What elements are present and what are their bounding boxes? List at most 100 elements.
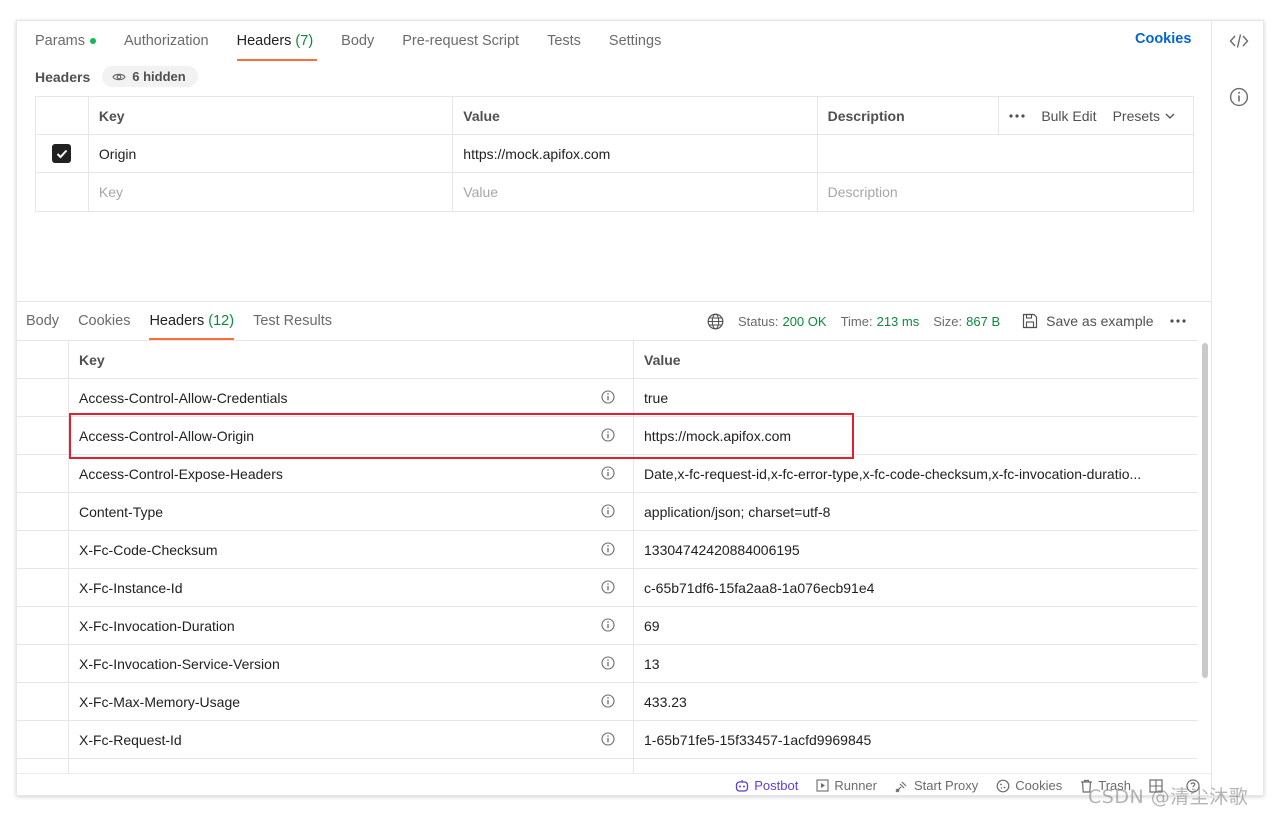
response-header-key[interactable]: X-Fc-Code-Checksum <box>69 531 634 568</box>
header-description-field[interactable] <box>818 135 1193 172</box>
response-header-key[interactable]: Access-Control-Expose-Headers <box>69 455 634 492</box>
response-header-value[interactable]: application/json; charset=utf-8 <box>634 493 1198 530</box>
response-header-row: X-Fc-Invocation-Duration 69 <box>17 606 1198 644</box>
row-gutter <box>17 417 69 454</box>
header-info-button[interactable] <box>601 580 615 597</box>
response-header-value[interactable]: 13304742420884006195 <box>634 531 1198 568</box>
tab-body[interactable]: Body <box>341 21 374 61</box>
new-description-input[interactable]: Description <box>818 173 1193 211</box>
header-value-field[interactable]: https://mock.apifox.com <box>453 135 818 172</box>
bulk-edit-button[interactable]: Bulk Edit <box>1041 108 1096 124</box>
hidden-headers-toggle[interactable]: 6 hidden <box>102 66 198 87</box>
header-info-button[interactable] <box>601 504 615 521</box>
scrollbar-thumb[interactable] <box>1202 343 1208 678</box>
checkmark-icon <box>56 149 68 158</box>
response-header-key[interactable]: X-Fc-Instance-Id <box>69 569 634 606</box>
time-readout[interactable]: Time: 213 ms <box>841 314 920 329</box>
response-header-key[interactable]: X-Fc-Request-Id <box>69 721 634 758</box>
tab-tests[interactable]: Tests <box>547 21 581 61</box>
response-header-key-text: X-Fc-Code-Checksum <box>79 541 218 558</box>
response-header-key[interactable]: Access-Control-Allow-Credentials <box>69 379 634 416</box>
response-header-key[interactable]: X-Fc-Invocation-Duration <box>69 607 634 644</box>
footer-cookies-button[interactable]: Cookies <box>996 778 1062 793</box>
response-tab-test-results-label: Test Results <box>253 313 333 329</box>
response-header-value[interactable]: Date,x-fc-request-id,x-fc-error-type,x-f… <box>634 455 1198 492</box>
response-header-row: X-Fc-Code-Checksum 13304742420884006195 <box>17 530 1198 568</box>
code-snippet-button[interactable] <box>1227 29 1251 53</box>
response-header-value[interactable]: https://mock.apifox.com <box>634 417 1198 454</box>
response-header-value[interactable]: true <box>634 379 1198 416</box>
info-icon <box>601 732 615 746</box>
new-key-input[interactable]: Key <box>89 173 454 211</box>
cookie-icon <box>996 779 1010 792</box>
response-header-key[interactable]: Content-Type <box>69 493 634 530</box>
response-tab-body[interactable]: Body <box>26 302 59 340</box>
postbot-button[interactable]: Postbot <box>735 778 798 793</box>
tab-headers[interactable]: Headers (7) <box>236 21 317 61</box>
info-icon <box>601 542 615 556</box>
enable-checkbox[interactable] <box>52 144 72 163</box>
hidden-headers-count: 6 hidden <box>132 69 186 84</box>
header-info-button[interactable] <box>601 656 615 673</box>
description-column-header: Description <box>818 97 1000 134</box>
network-info-button[interactable] <box>707 313 724 330</box>
response-more-button[interactable] <box>1169 319 1186 323</box>
size-readout[interactable]: Size: 867 B <box>933 314 1000 329</box>
response-header-key[interactable]: X-Fc-Invocation-Service-Version <box>69 645 634 682</box>
tab-tests-label: Tests <box>547 33 581 49</box>
save-as-example-label: Save as example <box>1046 313 1154 329</box>
tab-pre-request-script[interactable]: Pre-request Script <box>402 21 519 61</box>
row-gutter <box>17 455 69 492</box>
info-icon <box>601 504 615 518</box>
tab-params[interactable]: Params <box>35 21 96 61</box>
response-headers-count: (12) <box>208 313 235 329</box>
start-proxy-button[interactable]: Start Proxy <box>895 778 978 793</box>
runner-button[interactable]: Runner <box>816 778 877 793</box>
header-info-button[interactable] <box>601 694 615 711</box>
header-info-button[interactable] <box>601 618 615 635</box>
response-header-value[interactable]: 433.23 <box>634 683 1198 720</box>
response-tab-headers[interactable]: Headers (12) <box>149 302 234 340</box>
response-header-value-text: c-65b71df6-15fa2aa8-1a076ecb91e4 <box>644 579 875 596</box>
response-tab-cookies[interactable]: Cookies <box>78 302 130 340</box>
response-header-key-text: X-Fc-Max-Memory-Usage <box>79 693 241 710</box>
header-info-button[interactable] <box>601 466 615 483</box>
response-header-value[interactable]: 69 <box>634 607 1198 644</box>
tab-authorization[interactable]: Authorization <box>124 21 209 61</box>
response-header-value[interactable]: 1-65b71fe5-15f33457-1acfd9969845 <box>634 721 1198 758</box>
row-gutter <box>17 569 69 606</box>
row-gutter <box>17 607 69 644</box>
new-value-input[interactable]: Value <box>453 173 818 211</box>
cookies-link[interactable]: Cookies <box>1135 31 1191 47</box>
key-column-header: Key <box>89 97 454 134</box>
header-info-button[interactable] <box>601 428 615 445</box>
runner-label: Runner <box>834 778 877 793</box>
header-key-field[interactable]: Origin <box>89 135 454 172</box>
header-info-button[interactable] <box>601 542 615 559</box>
postbot-label: Postbot <box>754 778 799 793</box>
start-proxy-label: Start Proxy <box>913 778 979 793</box>
row-gutter <box>17 531 69 568</box>
presets-dropdown[interactable]: Presets <box>1113 108 1175 124</box>
response-tab-test-results[interactable]: Test Results <box>253 302 332 340</box>
response-header-row: Access-Control-Allow-Origin https://mock.… <box>17 416 1198 454</box>
response-header-key[interactable]: Access-Control-Allow-Origin <box>69 417 634 454</box>
response-header-row: X-Fc-Max-Memory-Usage 433.23 <box>17 682 1198 720</box>
postbot-icon <box>736 779 749 792</box>
header-info-button[interactable] <box>601 390 615 407</box>
tab-settings-label: Settings <box>608 33 662 49</box>
value-column-header: Value <box>453 97 818 134</box>
response-header-key[interactable]: X-Fc-Max-Memory-Usage <box>69 683 634 720</box>
tab-params-label: Params <box>35 33 85 49</box>
request-header-empty-row: Key Value Description <box>36 173 1193 211</box>
response-header-value-text: application/json; charset=utf-8 <box>644 503 831 520</box>
save-as-example-button[interactable]: Save as example <box>1022 313 1154 329</box>
row-check-cell <box>36 173 89 211</box>
response-header-value[interactable]: 13 <box>634 645 1198 682</box>
more-options-button[interactable] <box>1009 113 1025 118</box>
tab-settings[interactable]: Settings <box>609 21 661 61</box>
status-readout[interactable]: Status: 200 OK <box>738 314 827 329</box>
header-info-button[interactable] <box>601 732 615 749</box>
info-panel-button[interactable] <box>1227 85 1251 109</box>
response-header-value[interactable]: c-65b71df6-15fa2aa8-1a076ecb91e4 <box>634 569 1198 606</box>
